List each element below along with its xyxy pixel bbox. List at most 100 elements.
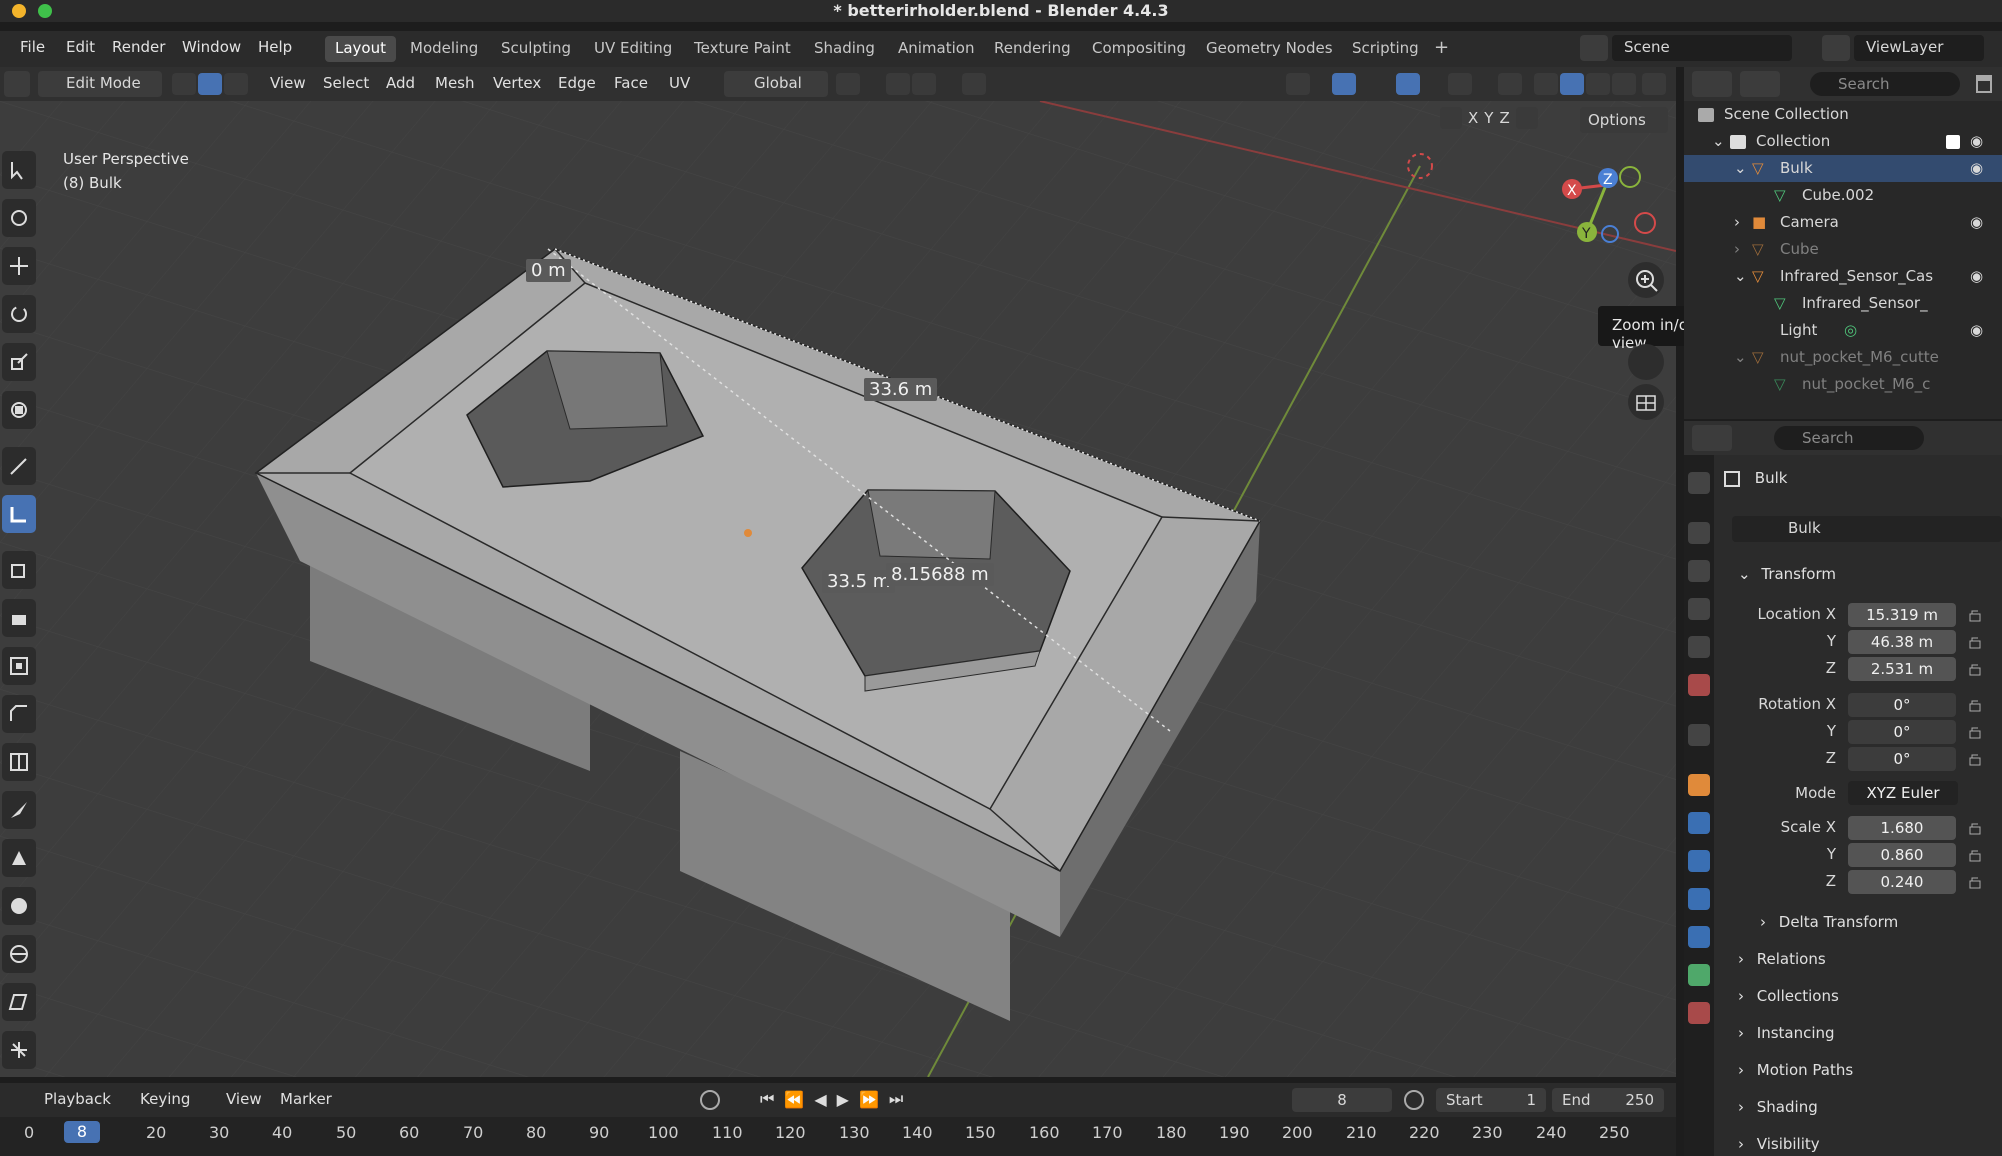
start-frame-field[interactable]: Start 1 — [1436, 1088, 1546, 1112]
menu-view[interactable]: View — [270, 74, 306, 92]
eye-icon[interactable]: ◉ — [1970, 321, 1983, 339]
eye-icon[interactable]: ◉ — [1970, 213, 1983, 231]
bevel-tool[interactable] — [2, 695, 36, 733]
outliner-row-nut-pocket-mesh[interactable]: ▽ nut_pocket_M6_c — [1684, 371, 2002, 398]
lock-icon[interactable] — [1968, 662, 1982, 676]
mirror-z-toggle[interactable]: Z — [1499, 109, 1509, 127]
preview-range-icon[interactable] — [1404, 1090, 1424, 1110]
panel-visibility[interactable]: › Visibility — [1724, 1135, 2002, 1153]
location-y-field[interactable]: 46.38 m — [1848, 630, 1956, 654]
lock-icon[interactable] — [1968, 752, 1982, 766]
object-tab-icon[interactable] — [1688, 774, 1710, 796]
panel-delta-transform[interactable]: › Delta Transform — [1760, 913, 2000, 931]
material-shading-icon[interactable] — [1586, 73, 1610, 95]
measure-tool[interactable] — [2, 495, 36, 533]
properties-editor-type-icon[interactable] — [1692, 425, 1732, 451]
select-box-tool[interactable] — [2, 151, 36, 189]
outliner-row-infrared-sensor-case[interactable]: ⌄ ▽ Infrared_Sensor_Cas ◉ — [1684, 263, 2002, 290]
menu-vertex[interactable]: Vertex — [493, 74, 541, 92]
chevron-right-icon[interactable]: › — [1734, 213, 1740, 231]
outliner-editor-type-icon[interactable] — [1692, 71, 1732, 97]
play-icon[interactable]: ▶ — [837, 1090, 849, 1109]
snap-target-icon[interactable] — [912, 73, 936, 95]
chevron-down-icon[interactable]: ⌄ — [1734, 159, 1747, 177]
properties-search-input[interactable]: Search — [1774, 426, 1924, 450]
tab-modeling[interactable]: Modeling — [400, 36, 488, 62]
end-frame-field[interactable]: End 250 — [1552, 1088, 1664, 1112]
rotation-x-field[interactable]: 0° — [1848, 693, 1956, 717]
eye-icon[interactable]: ◉ — [1970, 159, 1983, 177]
menu-select[interactable]: Select — [323, 74, 369, 92]
tab-scripting[interactable]: Scripting — [1342, 36, 1429, 62]
xray-toggle-icon[interactable] — [1498, 73, 1522, 95]
outliner-row-scene-collection[interactable]: Scene Collection — [1684, 101, 2002, 128]
tab-shading[interactable]: Shading — [804, 36, 885, 62]
menu-window[interactable]: Window — [182, 38, 241, 56]
modifier-tab-icon[interactable] — [1688, 812, 1710, 834]
location-z-field[interactable]: 2.531 m — [1848, 657, 1956, 681]
timeline-ruler[interactable]: 0 20 30 40 50 60 70 80 90 100 110 120 13… — [0, 1117, 1676, 1156]
lock-icon[interactable] — [1968, 608, 1982, 622]
cursor-tool[interactable] — [2, 199, 36, 237]
solid-shading-icon[interactable] — [1560, 73, 1584, 95]
lock-icon[interactable] — [1968, 821, 1982, 835]
move-tool[interactable] — [2, 247, 36, 285]
topology-mirror-icon[interactable] — [1515, 107, 1538, 129]
location-x-field[interactable]: 15.319 m — [1848, 603, 1956, 627]
vertex-select-icon[interactable] — [172, 73, 196, 95]
next-keyframe-icon[interactable]: ⏩ — [859, 1090, 879, 1109]
knife-tool[interactable] — [2, 791, 36, 829]
mirror-icon[interactable] — [1440, 107, 1462, 129]
tab-texture-paint[interactable]: Texture Paint — [684, 36, 801, 62]
zoom-view-icon[interactable] — [1628, 262, 1664, 298]
menu-render[interactable]: Render — [112, 38, 165, 56]
mesh-overlay-icon[interactable] — [1448, 73, 1472, 95]
panel-collections[interactable]: › Collections — [1724, 987, 2002, 1005]
outliner-search-input[interactable]: Search — [1810, 72, 1960, 96]
mode-dropdown[interactable]: Edit Mode — [38, 71, 162, 97]
annotate-tool[interactable] — [2, 447, 36, 485]
overlay-toggle-icon[interactable] — [1396, 73, 1420, 95]
rotation-z-field[interactable]: 0° — [1848, 747, 1956, 771]
panel-motion-paths[interactable]: › Motion Paths — [1724, 1061, 2002, 1079]
tab-geometry-nodes[interactable]: Geometry Nodes — [1196, 36, 1343, 62]
lock-icon[interactable] — [1968, 875, 1982, 889]
add-cube-tool[interactable] — [2, 551, 36, 589]
poly-build-tool[interactable] — [2, 839, 36, 877]
extrude-tool[interactable] — [2, 599, 36, 637]
shear-tool[interactable] — [2, 983, 36, 1021]
play-reverse-icon[interactable]: ◀ — [814, 1090, 826, 1109]
transform-tool[interactable] — [2, 391, 36, 429]
menu-edit[interactable]: Edit — [66, 38, 95, 56]
scale-z-field[interactable]: 0.240 — [1848, 870, 1956, 894]
rip-tool[interactable] — [2, 1031, 36, 1069]
world-tab-icon[interactable] — [1688, 674, 1710, 696]
viewlayer-selector-icon[interactable] — [1822, 35, 1850, 61]
camera-view-icon[interactable] — [1628, 344, 1664, 380]
frame-playhead[interactable]: 8 — [64, 1121, 100, 1143]
view-layer-tab-icon[interactable] — [1688, 598, 1710, 620]
transform-orientation-dropdown[interactable]: Global — [724, 71, 828, 97]
exclude-checkbox[interactable] — [1946, 135, 1960, 149]
tool-tab-icon[interactable] — [1688, 472, 1710, 494]
scene-selector-icon[interactable] — [1580, 35, 1608, 61]
pivot-point-icon[interactable] — [836, 73, 860, 95]
add-workspace-button[interactable]: + — [1424, 34, 1459, 60]
scene-tab-icon[interactable] — [1688, 636, 1710, 658]
3d-viewport[interactable]: X Y Z 0 m 33.6 m 33.5 m 8.15688 m — [0, 101, 1676, 1077]
viewlayer-field[interactable]: ViewLayer — [1854, 35, 1984, 61]
panel-instancing[interactable]: › Instancing — [1724, 1024, 2002, 1042]
outliner-row-light[interactable]: Light ◎ ◉ — [1684, 317, 2002, 344]
menu-uv[interactable]: UV — [669, 74, 690, 92]
outliner-row-cube002[interactable]: ▽ Cube.002 — [1684, 182, 2002, 209]
loop-cut-tool[interactable] — [2, 743, 36, 781]
rotation-mode-dropdown[interactable]: XYZ Euler — [1848, 781, 1958, 805]
jump-start-icon[interactable]: ⏮ — [760, 1089, 774, 1109]
menu-timeline-view[interactable]: View — [226, 1090, 262, 1108]
mirror-y-toggle[interactable]: Y — [1484, 109, 1493, 127]
gizmo-toggle-icon[interactable] — [1332, 73, 1356, 95]
lock-icon[interactable] — [1968, 698, 1982, 712]
menu-edge[interactable]: Edge — [558, 74, 596, 92]
inset-tool[interactable] — [2, 647, 36, 685]
collection-tab-icon[interactable] — [1688, 724, 1710, 746]
